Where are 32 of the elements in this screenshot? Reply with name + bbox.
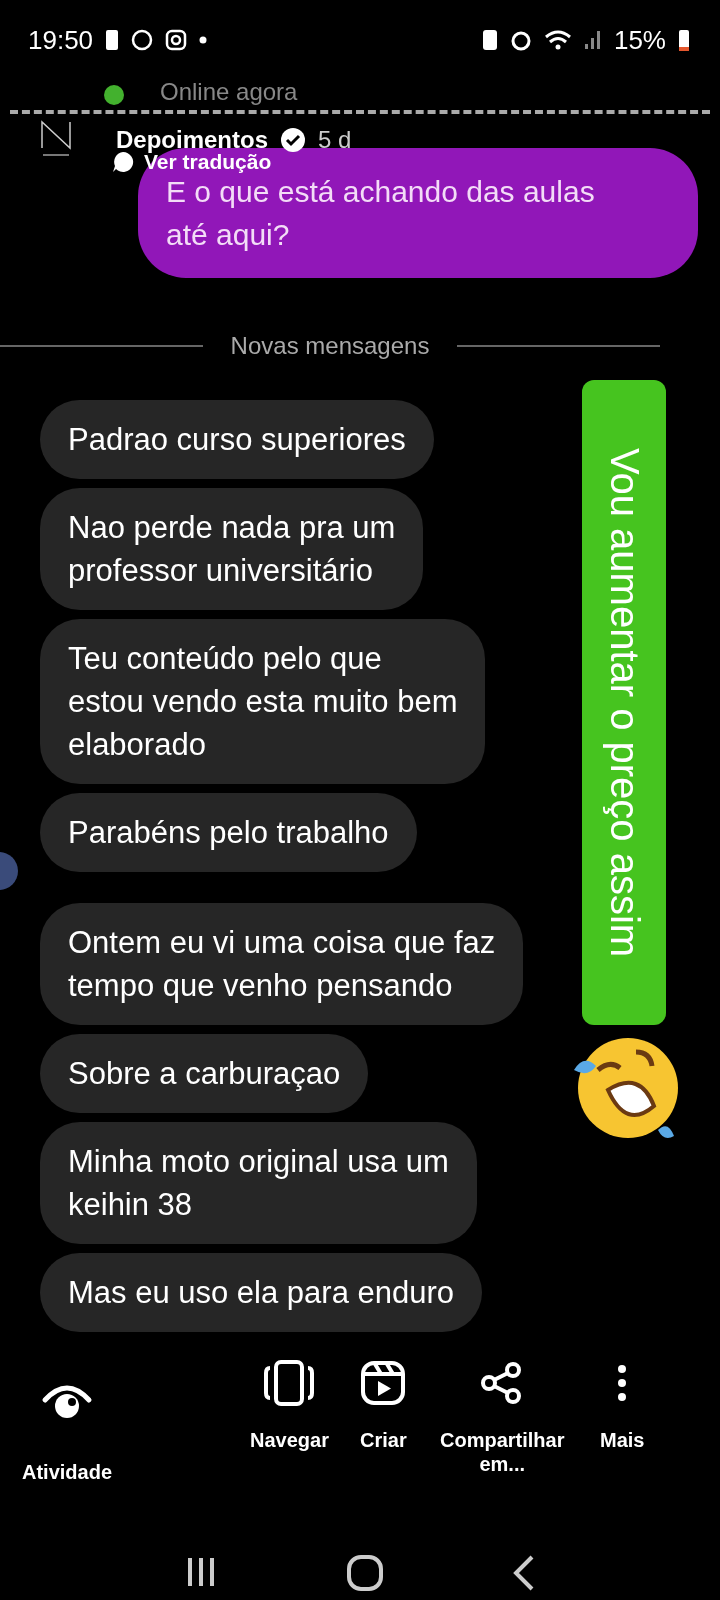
back-icon[interactable] <box>511 1555 536 1591</box>
dot-icon <box>199 36 208 44</box>
action-button[interactable]: Compartilhar em... <box>440 1360 565 1476</box>
home-icon[interactable] <box>347 1555 383 1591</box>
online-status: Online agora <box>160 78 298 106</box>
more-icon <box>617 1363 628 1403</box>
divider-label: Novas mensagens <box>230 332 430 360</box>
message-bubble: Padrao curso superiores <box>40 400 434 479</box>
message-bubble: Parabéns pelo trabalho <box>40 793 417 872</box>
action-button[interactable]: Navegar <box>250 1360 329 1452</box>
camera-icon <box>165 29 188 51</box>
wifi-icon <box>543 29 572 51</box>
battery-percentage: 15% <box>613 24 666 56</box>
post-age: 5 d <box>318 126 352 154</box>
message-bubble: Teu conteúdo pelo que estou vendo esta muito bem elaborado <box>40 619 486 784</box>
action-button[interactable]: Criar <box>360 1360 407 1452</box>
account-name[interactable]: Depoimentos <box>116 126 268 154</box>
message-bubble: Ontem eu vi uma coisa que faz tempo que venho pensando <box>40 903 524 1025</box>
action-button[interactable]: Atividade <box>22 1378 113 1484</box>
clock-time: 19:50 <box>28 24 94 56</box>
message-bubble: Sobre a carburaçao <box>40 1034 369 1113</box>
reels-icon <box>361 1361 406 1405</box>
phone-frame-icon <box>264 1360 315 1406</box>
message-bubble: Minha moto original usa um keihin 38 <box>40 1122 477 1244</box>
message-bubble: Mas eu uso ela para enduro <box>40 1253 483 1332</box>
text-sticker: Vou aumentar o preço assim <box>582 380 666 1025</box>
signal-icon <box>583 30 602 50</box>
online-dot <box>104 85 124 105</box>
message-bubble: Nao perde nada pra um professor universitário <box>40 488 424 610</box>
speech-bubble-icon <box>112 151 134 173</box>
battery-icon <box>678 28 690 52</box>
action-button[interactable]: Mais <box>600 1360 645 1452</box>
